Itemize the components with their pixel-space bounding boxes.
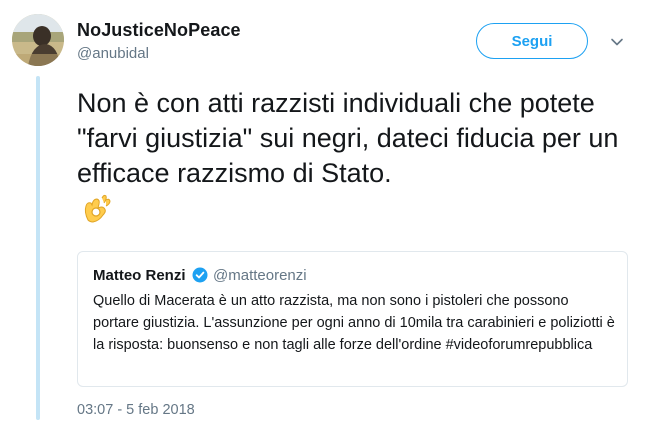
chevron-down-icon[interactable] <box>609 34 625 50</box>
author-handle[interactable]: @anubidal <box>77 45 149 62</box>
quoted-tweet-display-name: Matteo Renzi <box>93 267 186 284</box>
avatar-image <box>12 14 64 66</box>
verified-badge-icon <box>192 267 208 283</box>
follow-button-label: Segui <box>511 32 553 50</box>
quoted-tweet-handle: @matteorenzi <box>213 267 307 284</box>
author-display-name[interactable]: NoJusticeNoPeace <box>77 20 241 41</box>
avatar[interactable] <box>12 14 64 66</box>
follow-button[interactable]: Segui <box>476 23 588 59</box>
tweet-text: Non è con atti razzisti individuali che … <box>77 88 619 188</box>
quoted-tweet[interactable]: Matteo Renzi @matteorenzi Quello di Mace… <box>77 251 628 387</box>
thread-line <box>36 76 40 420</box>
ok-hand-emoji-icon <box>78 190 114 226</box>
quoted-tweet-text: Quello di Macerata è un atto razzista, m… <box>93 293 615 353</box>
tweet-timestamp[interactable]: 03:07 - 5 feb 2018 <box>77 402 195 418</box>
